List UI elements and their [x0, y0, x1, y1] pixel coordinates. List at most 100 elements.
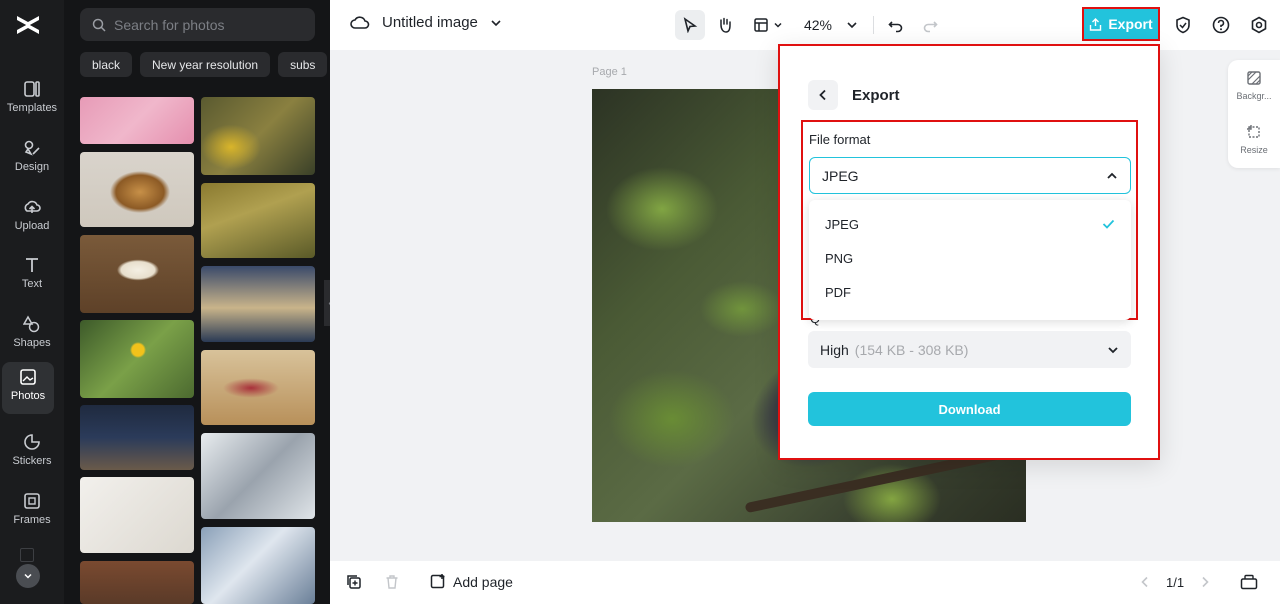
doc-title-area: Untitled image — [350, 14, 502, 31]
resize-label: Resize — [1240, 145, 1268, 155]
undo-icon — [888, 21, 903, 33]
resize-tool[interactable]: Resize — [1228, 124, 1280, 155]
undo-button[interactable] — [882, 10, 910, 40]
rail-label: Photos — [10, 390, 46, 402]
share-icon — [1090, 17, 1102, 31]
rail-item-shapes[interactable]: Shapes — [0, 309, 64, 361]
format-option-png[interactable]: PNG — [825, 248, 1115, 268]
file-format-select[interactable]: JPEG — [809, 157, 1131, 194]
rail-label: Upload — [14, 220, 50, 232]
page-count: 1/1 — [1166, 574, 1185, 590]
export-label: Export — [1108, 16, 1153, 32]
redo-icon — [923, 21, 938, 33]
export-button[interactable]: Export — [1082, 7, 1160, 41]
quality-hint: (154 KB - 308 KB) — [854, 341, 969, 358]
background-tool[interactable]: Backgr... — [1228, 70, 1280, 101]
download-button[interactable]: Download — [808, 392, 1131, 426]
shield-icon — [1176, 16, 1190, 34]
photo-thumbnail[interactable] — [201, 350, 315, 425]
rail-label: Design — [14, 161, 50, 173]
delete-page-button[interactable] — [384, 574, 400, 595]
shield-button[interactable] — [1170, 10, 1196, 40]
zoom-control[interactable]: 42% — [798, 10, 864, 40]
stickers-icon — [24, 434, 40, 450]
photo-thumbnail[interactable] — [80, 320, 194, 398]
chevron-down-icon — [847, 22, 857, 29]
cloud-icon[interactable] — [350, 15, 370, 31]
photo-thumbnail[interactable] — [80, 235, 194, 313]
capcut-logo[interactable] — [14, 12, 42, 38]
format-option-pdf[interactable]: PDF — [825, 282, 1115, 302]
quality-value: High — [820, 341, 849, 358]
shapes-icon — [23, 315, 40, 333]
chevron-left-icon[interactable] — [1140, 576, 1150, 588]
select-tool-button[interactable] — [675, 10, 705, 40]
settings-button[interactable] — [1246, 10, 1272, 40]
rail-item-design[interactable]: Design — [0, 133, 64, 185]
photo-thumbnail[interactable] — [201, 433, 315, 519]
photo-thumbnail[interactable] — [80, 477, 194, 553]
format-option-label: PDF — [825, 284, 851, 300]
tag-chip[interactable]: black — [80, 52, 133, 77]
photo-thumbnail[interactable] — [80, 97, 194, 144]
rail-item-upload[interactable]: Upload — [0, 192, 64, 244]
photo-thumbnail[interactable] — [201, 527, 315, 604]
search-bar[interactable] — [80, 8, 315, 41]
page-navigator: 1/1 — [1140, 574, 1258, 590]
page-label: Page 1 — [592, 66, 627, 78]
templates-icon — [24, 81, 40, 97]
rail-label: Shapes — [13, 337, 51, 349]
rail-item-templates[interactable]: Templates — [0, 74, 64, 126]
top-bar: Untitled image 42% Export — [330, 0, 1280, 50]
chevron-left-icon — [819, 89, 826, 101]
bottom-bar: Add page 1/1 — [330, 561, 1280, 604]
chevron-down-icon[interactable] — [490, 17, 502, 29]
rail-item-stickers[interactable]: Stickers — [0, 427, 64, 479]
page-overview-icon[interactable] — [1240, 574, 1258, 590]
text-icon — [26, 258, 38, 272]
expand-more-button[interactable] — [16, 564, 40, 588]
duplicate-page-button[interactable] — [346, 574, 362, 595]
chevron-down-icon — [774, 22, 782, 28]
photo-thumbnail[interactable] — [80, 405, 194, 470]
photo-thumbnail[interactable] — [201, 97, 315, 175]
search-input[interactable] — [114, 16, 304, 33]
photos-icon — [20, 369, 36, 385]
gear-icon — [1251, 16, 1267, 34]
add-page-button[interactable]: Add page — [430, 573, 513, 590]
doc-title[interactable]: Untitled image — [382, 14, 478, 31]
photo-thumbnail[interactable] — [201, 183, 315, 258]
hand-icon — [720, 17, 731, 33]
quality-select[interactable]: High (154 KB - 308 KB) — [808, 331, 1131, 368]
rail-item-text[interactable]: Text — [0, 250, 64, 302]
format-option-jpeg[interactable]: JPEG — [825, 214, 1115, 234]
zoom-value: 42% — [803, 17, 833, 33]
tag-chip[interactable]: subs — [278, 52, 328, 77]
hand-tool-button[interactable] — [710, 10, 740, 40]
help-button[interactable] — [1208, 10, 1234, 40]
rail-item-photos[interactable]: Photos — [2, 362, 54, 414]
selected-format: JPEG — [822, 167, 859, 184]
background-label: Backgr... — [1236, 91, 1272, 101]
rail-label: Templates — [6, 102, 58, 114]
resize-icon — [1247, 125, 1260, 138]
chevron-down-icon — [1108, 346, 1118, 353]
rail-label: Stickers — [12, 455, 52, 467]
chevron-up-icon — [1107, 172, 1117, 179]
trash-icon — [386, 575, 398, 589]
chevron-right-icon[interactable] — [1200, 576, 1210, 588]
redo-button[interactable] — [916, 10, 944, 40]
photo-thumbnail[interactable] — [80, 152, 194, 227]
search-icon — [92, 18, 106, 32]
file-format-dropdown: JPEG PNG PDF — [809, 200, 1131, 320]
rail-item-frames[interactable]: Frames — [0, 486, 64, 538]
back-button[interactable] — [808, 80, 838, 110]
tag-chip[interactable]: New year resolution — [140, 52, 271, 77]
layout-menu-button[interactable] — [750, 10, 786, 40]
check-icon — [1102, 219, 1115, 229]
file-format-label: File format — [809, 132, 871, 147]
photo-thumbnail[interactable] — [80, 561, 194, 604]
rail-label: Text — [21, 278, 43, 290]
photo-thumbnail[interactable] — [201, 266, 315, 342]
photo-panel: black New year resolution subs — [64, 0, 330, 604]
